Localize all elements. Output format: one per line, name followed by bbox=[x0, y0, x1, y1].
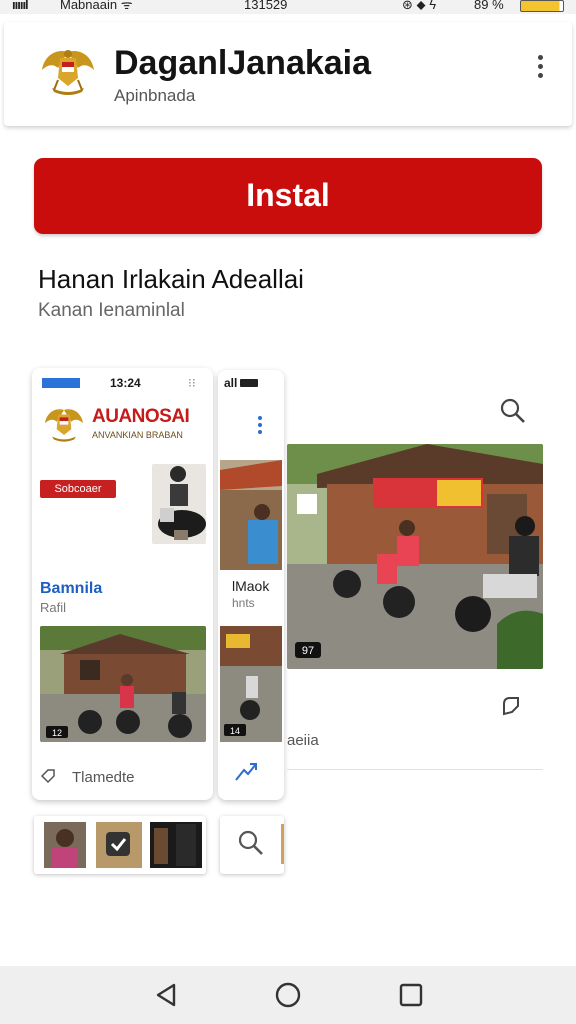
screenshot-card-2[interactable]: all lMaok hnts 14 bbox=[218, 370, 284, 800]
thumbnail-person[interactable] bbox=[44, 822, 86, 868]
status-bar: ıııııl Mabnaain ᯤ 131529 ⊛ ⬥ ϟ 89 % bbox=[0, 0, 576, 14]
divider bbox=[287, 769, 543, 770]
card-footer[interactable]: Tlamedte bbox=[40, 768, 135, 786]
screenshot-card-1[interactable]: 13:24 ⁝⁝ AUANOSAI ANVANKIAN BRABAN Sobco… bbox=[32, 368, 213, 800]
village-street-photo: 12 bbox=[40, 626, 206, 742]
circle-home-icon[interactable] bbox=[273, 980, 303, 1010]
garuda-emblem-icon bbox=[42, 50, 94, 95]
battery-icon bbox=[520, 0, 564, 12]
garuda-emblem-icon bbox=[44, 409, 84, 442]
search-icon[interactable] bbox=[238, 830, 264, 856]
install-button[interactable]: Instal bbox=[34, 158, 542, 234]
main-screenshot-photo[interactable]: 97 bbox=[287, 444, 543, 669]
scene-badge: 14 bbox=[230, 726, 240, 736]
trending-arrow-icon[interactable] bbox=[234, 762, 258, 782]
battery-percent: 89 % bbox=[474, 0, 504, 12]
tag-icon bbox=[40, 769, 55, 784]
app-screen: ıııııl Mabnaain ᯤ 131529 ⊛ ⬥ ϟ 89 % Daga… bbox=[0, 0, 576, 1024]
card-app-subtitle: ANVANKIAN BRABAN bbox=[92, 430, 183, 440]
app-title: DaganlJanakaia bbox=[114, 44, 372, 82]
card-label-primary: Bamnila bbox=[40, 580, 103, 597]
share-icon[interactable] bbox=[498, 692, 524, 718]
card-label-secondary: hnts bbox=[232, 596, 255, 610]
scene-badge: 12 bbox=[52, 728, 62, 738]
main-screenshot-label: aeiia bbox=[287, 732, 319, 749]
app-header: DaganlJanakaia Apinbnada bbox=[4, 22, 572, 126]
status-icons: ⊛ ⬥ ϟ bbox=[402, 0, 437, 12]
triangle-back-icon[interactable] bbox=[152, 980, 182, 1010]
signal-icon: ıııııl bbox=[12, 0, 29, 12]
street-photo: 14 bbox=[220, 626, 282, 742]
app-subtitle: Apinbnada bbox=[114, 86, 196, 105]
status-time: 131529 bbox=[244, 0, 288, 12]
section-subtitle: Kanan Ienaminlal bbox=[38, 300, 185, 321]
card-app-title: AUANOSAI bbox=[92, 406, 190, 427]
card-label-primary: lMaok bbox=[232, 578, 270, 594]
carrier-label: Mabnaain ᯤ bbox=[60, 0, 133, 12]
card-status-text: all bbox=[224, 376, 238, 390]
card-red-tag[interactable]: Sobcoaer bbox=[40, 480, 116, 498]
card-status-bar: all bbox=[224, 376, 259, 390]
thumbnail-strip[interactable] bbox=[34, 816, 206, 874]
carrier-badge bbox=[42, 378, 80, 388]
card-status-icons: ⁝⁝ bbox=[188, 376, 196, 390]
search-icon[interactable] bbox=[500, 398, 526, 424]
section-title: Hanan Irlakain Adeallai bbox=[38, 264, 304, 294]
more-vertical-icon[interactable] bbox=[256, 414, 264, 438]
person-photo bbox=[220, 460, 282, 570]
more-vertical-icon[interactable] bbox=[528, 52, 552, 82]
card-time: 13:24 bbox=[110, 376, 141, 390]
system-nav-bar bbox=[0, 966, 576, 1024]
motorcyclist-photo bbox=[152, 464, 206, 544]
card-edge bbox=[281, 824, 284, 864]
thumbnail-door[interactable] bbox=[150, 822, 202, 868]
search-card[interactable] bbox=[220, 816, 284, 874]
square-recents-icon[interactable] bbox=[396, 980, 426, 1010]
card-status-bar: 13:24 ⁝⁝ bbox=[32, 376, 213, 392]
card-footer-label: Tlamedte bbox=[72, 769, 135, 786]
battery-icon bbox=[240, 379, 259, 387]
card-label-secondary: Rafil bbox=[40, 600, 67, 615]
thumbnail-interior[interactable] bbox=[96, 822, 142, 868]
scene-badge: 97 bbox=[302, 645, 314, 657]
